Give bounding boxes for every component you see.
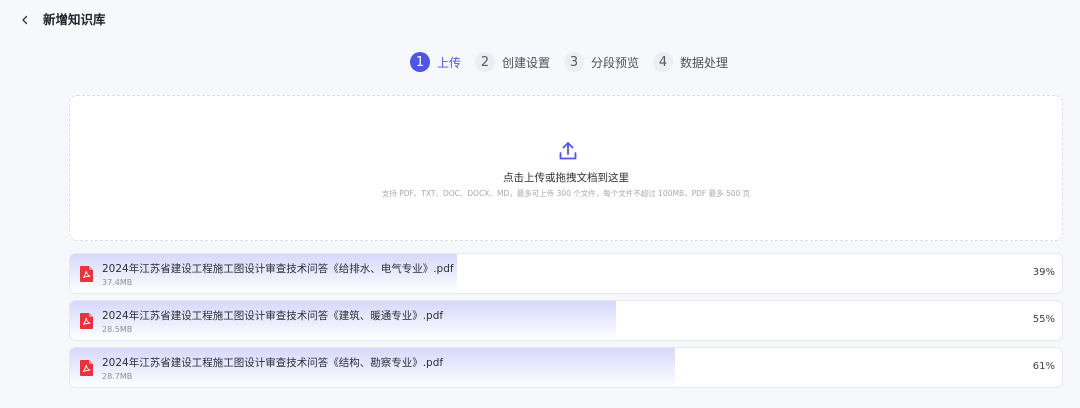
step-label: 数据处理: [680, 55, 729, 70]
step-number: 3: [564, 52, 585, 72]
upload-dropzone[interactable]: 点击上传或拖拽文档到这里 支持 PDF、TXT、DOC、DOCX、MD，最多可上…: [69, 95, 1063, 241]
step-segment-preview: 3 分段预览: [564, 52, 639, 72]
page-header: 新增知识库: [0, 0, 1080, 40]
file-item: 2024年江苏省建设工程施工图设计审查技术问答《建筑、暖通专业》.pdf 28.…: [69, 300, 1063, 341]
step-label: 创建设置: [502, 55, 551, 70]
step-number: 2: [475, 52, 496, 72]
file-size: 37.4MB: [102, 278, 133, 287]
step-number: 1: [410, 52, 430, 72]
progress-percent: 39%: [1032, 267, 1055, 278]
step-label: 上传: [437, 55, 462, 70]
step-data-processing: 4 数据处理: [653, 52, 728, 72]
file-item: 2024年江苏省建设工程施工图设计审查技术问答《给排水、电气专业》.pdf 37…: [69, 253, 1063, 294]
step-label: 分段预览: [591, 55, 640, 70]
upload-title: 点击上传或拖拽文档到这里: [503, 172, 629, 184]
pdf-file-icon: [80, 313, 93, 329]
upload-hint: 支持 PDF、TXT、DOC、DOCX、MD，最多可上传 300 个文件，每个文…: [381, 189, 751, 198]
file-list: 2024年江苏省建设工程施工图设计审查技术问答《给排水、电气专业》.pdf 37…: [69, 253, 1063, 394]
page-title: 新增知识库: [43, 12, 106, 27]
file-name: 2024年江苏省建设工程施工图设计审查技术问答《给排水、电气专业》.pdf: [102, 263, 454, 275]
file-size: 28.7MB: [102, 372, 133, 381]
file-name: 2024年江苏省建设工程施工图设计审查技术问答《结构、勘察专业》.pdf: [102, 357, 444, 369]
pdf-file-icon: [80, 360, 93, 376]
step-create-settings: 2 创建设置: [475, 52, 550, 72]
file-size: 28.5MB: [102, 325, 133, 334]
file-item: 2024年江苏省建设工程施工图设计审查技术问答《结构、勘察专业》.pdf 28.…: [69, 347, 1063, 388]
progress-percent: 55%: [1032, 314, 1055, 325]
back-button[interactable]: [16, 11, 34, 29]
step-number: 4: [653, 52, 674, 72]
chevron-left-icon: [22, 15, 28, 25]
steps-indicator: 1 上传 2 创建设置 3 分段预览 4 数据处理: [410, 51, 742, 73]
progress-percent: 61%: [1032, 361, 1055, 372]
file-name: 2024年江苏省建设工程施工图设计审查技术问答《建筑、暖通专业》.pdf: [102, 310, 444, 322]
upload-icon: [559, 142, 577, 160]
step-upload: 1 上传: [410, 52, 461, 72]
pdf-file-icon: [80, 266, 93, 282]
